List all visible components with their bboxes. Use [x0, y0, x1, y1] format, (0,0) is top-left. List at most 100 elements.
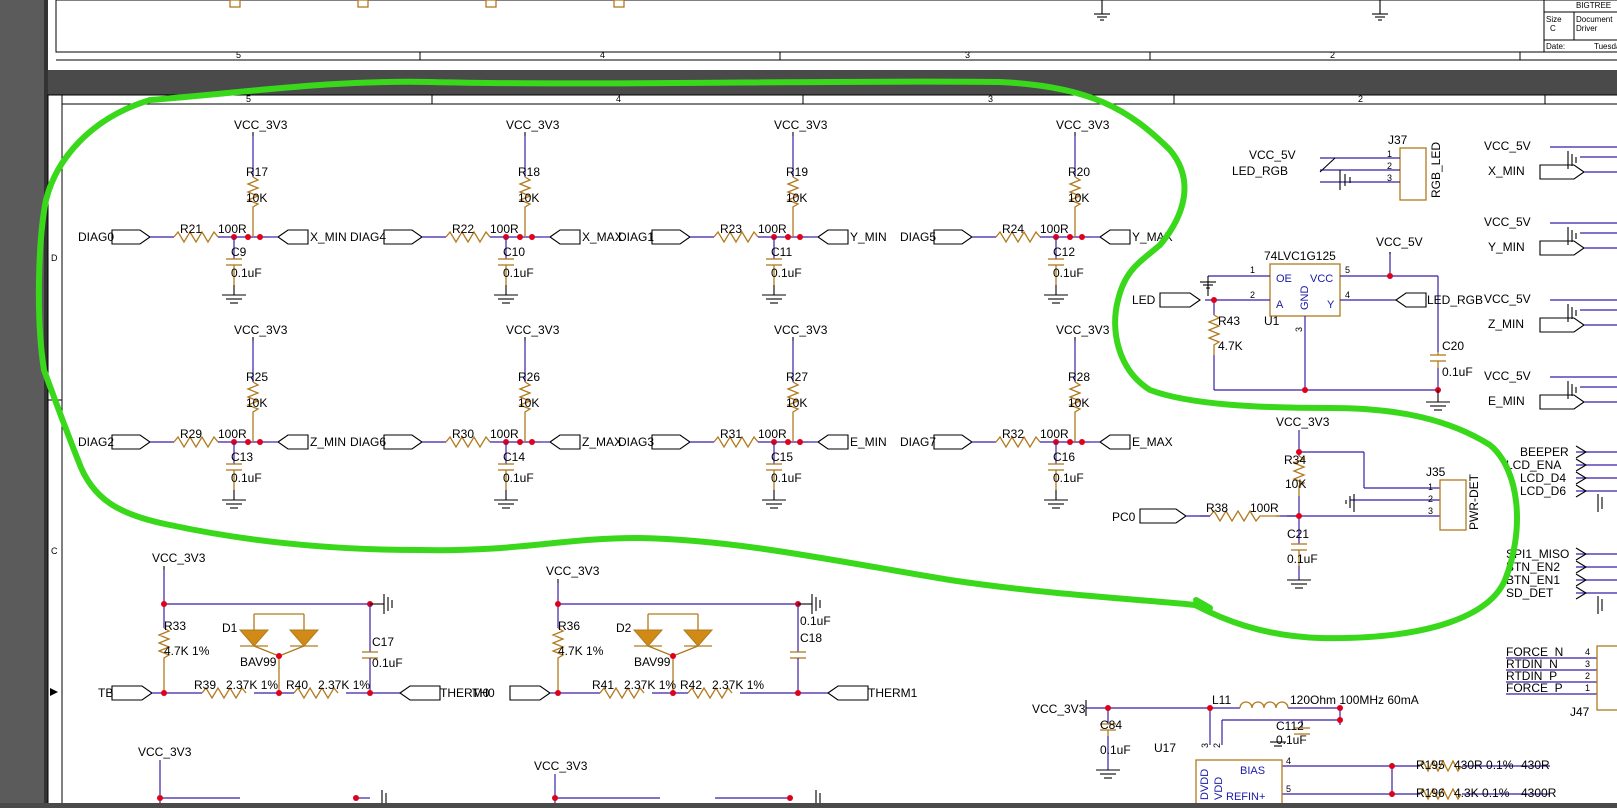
pullup-ref: R25 [246, 370, 268, 384]
connector-signal-port [1539, 164, 1585, 180]
supply-label: VCC_3V3 [506, 118, 560, 132]
junction-dot [1067, 234, 1073, 240]
top-zone-2: 2 [1330, 50, 1335, 60]
junction-dot [517, 439, 523, 445]
r38-val: 100R [1250, 501, 1279, 515]
connector-signal: Y_MIN [1488, 240, 1525, 254]
led-input-label: LED [1132, 293, 1156, 307]
input-label: DIAG4 [350, 230, 386, 244]
c84-ref: C84 [1100, 718, 1122, 732]
c20-val: 0.1uF [1442, 365, 1473, 379]
pullup-val: 10K [518, 191, 539, 205]
cap-ref: C11 [771, 245, 792, 259]
svg-text:A: A [1276, 299, 1284, 311]
junction-dot [797, 439, 803, 445]
therm-series-ref: R39 [194, 678, 216, 692]
svg-text:VCC: VCC [1310, 273, 1333, 285]
connector-supply: VCC_5V [1484, 215, 1531, 229]
svg-text:OE: OE [1276, 273, 1292, 285]
svg-text:5: 5 [1345, 265, 1350, 275]
pullup-ref: R27 [786, 370, 808, 384]
rgb-connector-name: RGB_LED [1429, 142, 1443, 198]
pullup-ref: R19 [786, 165, 808, 179]
r196-net: 4300R [1521, 786, 1557, 800]
connector-signal: X_MIN [1488, 164, 1525, 178]
cap-ref: C10 [503, 245, 525, 259]
sig-sd-det: SD_DET [1506, 586, 1554, 600]
c21-ref: C21 [1287, 527, 1309, 541]
series-res-ref: R29 [180, 427, 202, 441]
supply-label: VCC_3V3 [234, 118, 288, 132]
series-res-val: 100R [218, 222, 247, 236]
junction-dot [785, 439, 791, 445]
junction-dot [245, 234, 251, 240]
title-document-value: Driver [1576, 24, 1598, 33]
output-label: E_MIN [850, 435, 887, 449]
output-label: X_MAX [582, 230, 623, 244]
output-label: Z_MIN [310, 435, 346, 449]
zone-5: 5 [246, 94, 251, 104]
diode-part: BAV99 [240, 655, 277, 669]
r38-ref: R38 [1206, 501, 1228, 515]
supply-label: VCC_3V3 [1056, 323, 1110, 337]
schematic-viewer[interactable]: 5 4 3 2 BIGTREE Size C Document Driver D… [0, 0, 1617, 808]
pullup-ref: R18 [518, 165, 540, 179]
sig-beeper: BEEPER [1520, 445, 1569, 459]
cap-val: 0.1uF [231, 266, 262, 280]
cap-val: 0.1uF [503, 471, 534, 485]
pwrdet-supply-label: VCC_3V3 [1276, 415, 1330, 429]
c112-ref: C112 [1276, 719, 1304, 733]
connector-supply: VCC_5V [1484, 369, 1531, 383]
therm-pullup-ref: R36 [558, 619, 580, 633]
pullup-val: 10K [1068, 396, 1089, 410]
r196-val: 4.3K 0.1% [1454, 786, 1510, 800]
input-label: DIAG6 [350, 435, 386, 449]
junction-dot [1079, 439, 1085, 445]
pullup-val: 10K [1068, 191, 1089, 205]
cap-val: 0.1uF [1053, 266, 1084, 280]
title-size-label: Size [1546, 15, 1562, 24]
connector-supply: VCC_5V [1484, 292, 1531, 306]
therm-input-label: TH0 [472, 686, 495, 700]
pullup-ref: R17 [246, 165, 268, 179]
cap-val: 0.1uF [771, 266, 802, 280]
series-res-ref: R23 [720, 222, 742, 236]
therm-supply-label: VCC_3V3 [546, 564, 600, 578]
therm-cap-ref: C18 [800, 631, 822, 645]
supply-label: VCC_3V3 [234, 323, 288, 337]
r195-ref: R195 [1416, 758, 1445, 772]
rgb-signal-label: LED_RGB [1232, 164, 1288, 178]
title-date-label: Date: [1546, 42, 1565, 51]
supply-label: VCC_3V3 [774, 118, 828, 132]
title-company: BIGTREE [1576, 1, 1611, 10]
pc0-label: PC0 [1112, 510, 1136, 524]
cap-val: 0.1uF [231, 471, 262, 485]
junction-dot [257, 439, 263, 445]
r195-net: 430R [1521, 758, 1550, 772]
c20-ref: C20 [1442, 339, 1464, 353]
junction-dot [785, 234, 791, 240]
series-res-ref: R22 [452, 222, 474, 236]
title-size-value: C [1550, 24, 1556, 33]
series-res-ref: R21 [180, 222, 202, 236]
diode-ref: D2 [616, 621, 632, 635]
j35-name: PWR-DET [1467, 473, 1481, 530]
svg-text:4: 4 [1286, 756, 1291, 766]
connector-supply: VCC_5V [1484, 139, 1531, 153]
input-label: DIAG0 [78, 230, 114, 244]
rtd-supply-label: VCC_3V3 [1032, 702, 1086, 716]
junction-dot [1067, 439, 1073, 445]
series-res-ref: R30 [452, 427, 474, 441]
therm-cap-val: 0.1uF [372, 656, 403, 670]
cap-val: 0.1uF [503, 266, 534, 280]
pullup-ref: R28 [1068, 370, 1090, 384]
j47-ref: J47 [1570, 705, 1590, 719]
supply-label: VCC_3V3 [774, 323, 828, 337]
svg-text:BIAS: BIAS [1240, 765, 1265, 777]
u17-ref: U17 [1154, 741, 1176, 755]
rgb-connector-ref: J37 [1388, 133, 1408, 147]
therm-pullup-val: 4.7K 1% [164, 644, 210, 658]
connector-signal-port [1539, 394, 1585, 410]
therm-series-val: 2.37K 1% [318, 678, 370, 692]
junction-dot [797, 234, 803, 240]
